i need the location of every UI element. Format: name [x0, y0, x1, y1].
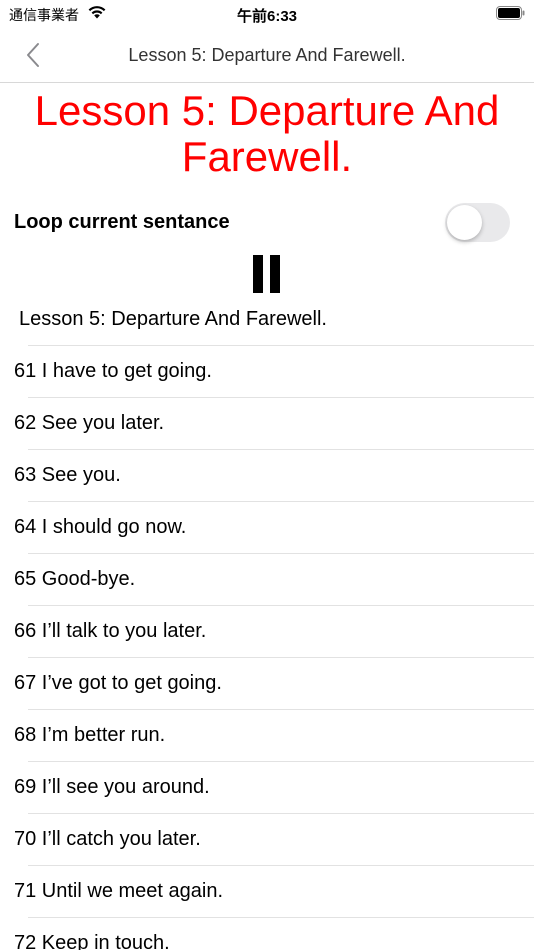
- pause-icon[interactable]: [250, 255, 284, 295]
- status-bar: 通信事業者 午前6:33: [0, 0, 534, 28]
- sentence-text: 68 I’m better run.: [14, 724, 166, 746]
- battery-icon: [496, 6, 525, 20]
- sentence-text: Lesson 5: Departure And Farewell.: [19, 308, 327, 330]
- list-item[interactable]: 65 Good-bye.: [0, 554, 534, 606]
- list-item[interactable]: 61 I have to get going.: [0, 346, 534, 398]
- sentence-text: 65 Good-bye.: [14, 568, 136, 590]
- loop-label: Loop current sentance: [14, 211, 230, 233]
- list-item[interactable]: 69 I’ll see you around.: [0, 762, 534, 814]
- pause-bar-right: [270, 255, 280, 293]
- list-item[interactable]: 68 I’m better run.: [0, 710, 534, 762]
- list-item[interactable]: 66 I’ll talk to you later.: [0, 606, 534, 658]
- sentence-text: 61 I have to get going.: [14, 360, 212, 382]
- list-item[interactable]: Lesson 5: Departure And Farewell.: [0, 294, 534, 346]
- list-item[interactable]: 62 See you later.: [0, 398, 534, 450]
- navigation-bar: Lesson 5: Departure And Farewell.: [0, 28, 534, 83]
- nav-title: Lesson 5: Departure And Farewell.: [128, 45, 406, 65]
- lesson-heading: Lesson 5: Departure And Farewell.: [34, 87, 500, 180]
- sentence-text: 63 See you.: [14, 464, 121, 486]
- list-item[interactable]: 72 Keep in touch.: [0, 918, 534, 950]
- sentence-text: 71 Until we meet again.: [14, 880, 224, 902]
- pause-bar-left: [253, 255, 263, 293]
- list-item[interactable]: 67 I’ve got to get going.: [0, 658, 534, 710]
- sentence-text: 64 I should go now.: [14, 516, 187, 538]
- list-item[interactable]: 71 Until we meet again.: [0, 866, 534, 918]
- status-time: 午前6:33: [236, 8, 298, 25]
- sentence-text: 72 Keep in touch.: [14, 932, 170, 950]
- sentence-text: 67 I’ve got to get going.: [14, 672, 222, 694]
- sentence-text: 69 I’ll see you around.: [14, 776, 210, 798]
- list-item[interactable]: 64 I should go now.: [0, 502, 534, 554]
- sentence-list: Lesson 5: Departure And Farewell. 61 I h…: [0, 294, 534, 950]
- sentence-text: 70 I’ll catch you later.: [14, 828, 201, 850]
- toggle-knob: [447, 205, 482, 240]
- list-item[interactable]: 63 See you.: [0, 450, 534, 502]
- sentence-text: 66 I’ll talk to you later.: [14, 620, 207, 642]
- sentence-text: 62 See you later.: [14, 412, 165, 434]
- loop-toggle[interactable]: [445, 203, 510, 242]
- list-item[interactable]: 70 I’ll catch you later.: [0, 814, 534, 866]
